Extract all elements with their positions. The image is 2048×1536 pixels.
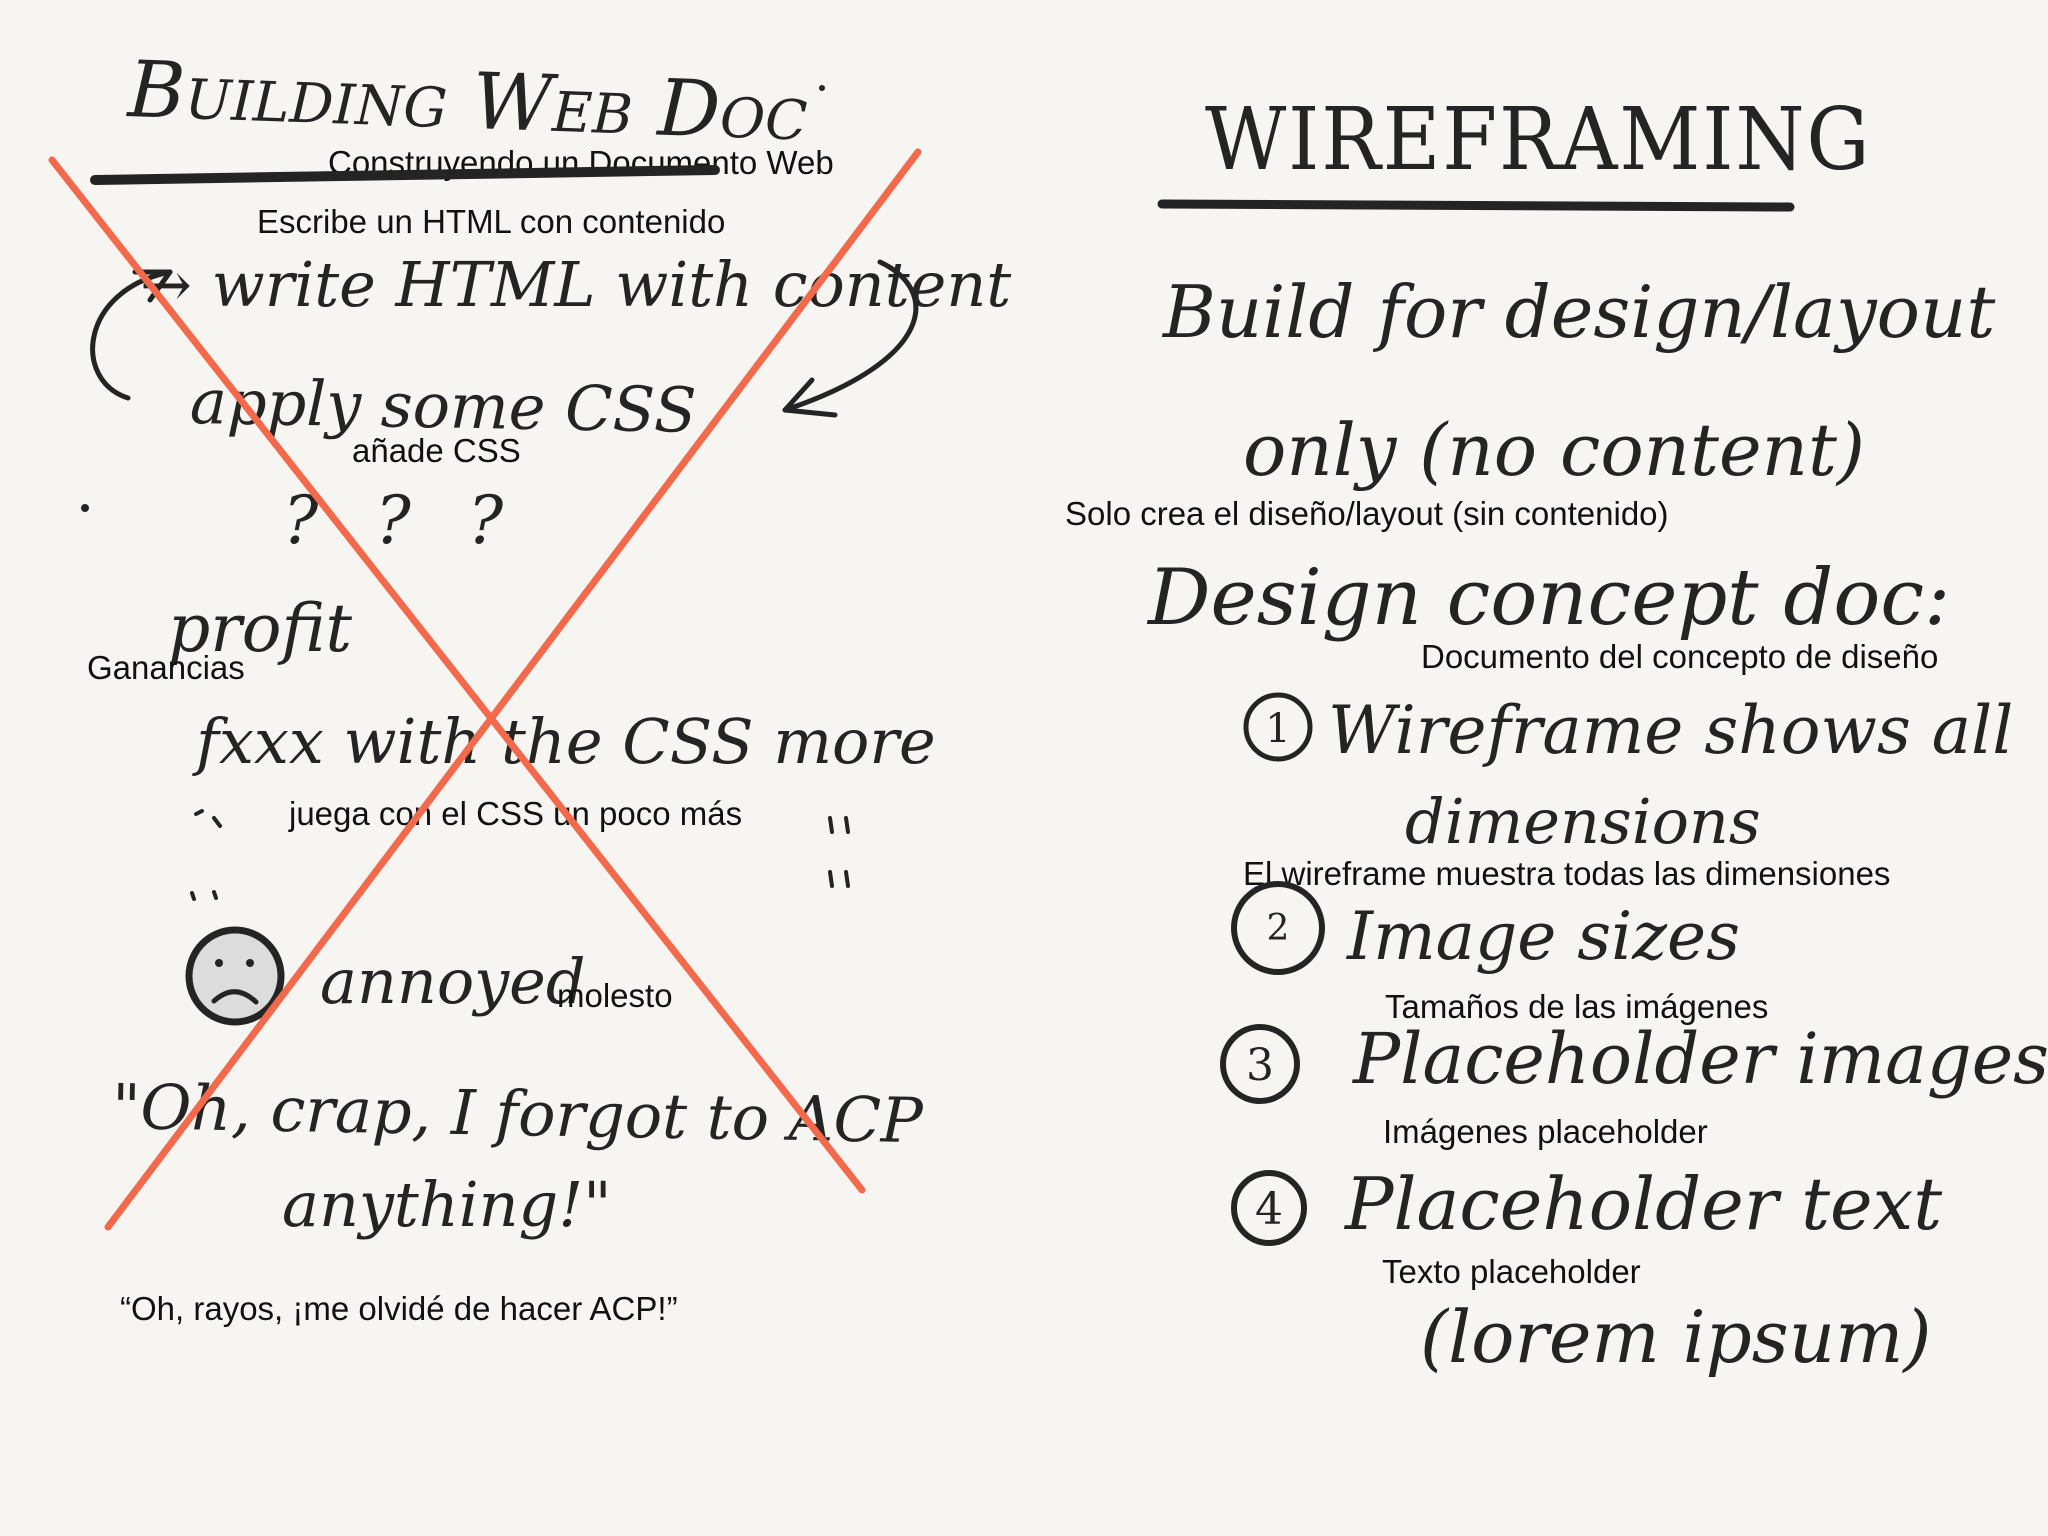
- left-title-underline: [90, 165, 720, 185]
- loop-arrow-right-head-icon: [782, 377, 838, 418]
- number-1-circle-icon: 1: [1243, 692, 1313, 762]
- right-title-underline: [1157, 199, 1795, 212]
- cross-out-stroke-1: [48, 156, 866, 1194]
- number-3-label: 3: [1246, 1040, 1274, 1091]
- number-3-circle-icon: 3: [1220, 1024, 1300, 1104]
- number-4-label: 4: [1255, 1184, 1283, 1235]
- sad-face-icon: [185, 926, 285, 1026]
- number-2-circle-icon: 2: [1231, 881, 1325, 975]
- number-4-circle-icon: 4: [1231, 1170, 1307, 1246]
- sketch-strokes: 1 2 3 4: [48, 85, 1795, 1246]
- cross-out-stroke-2: [104, 148, 922, 1231]
- number-2-label: 2: [1267, 908, 1290, 949]
- number-1-label: 1: [1265, 706, 1290, 752]
